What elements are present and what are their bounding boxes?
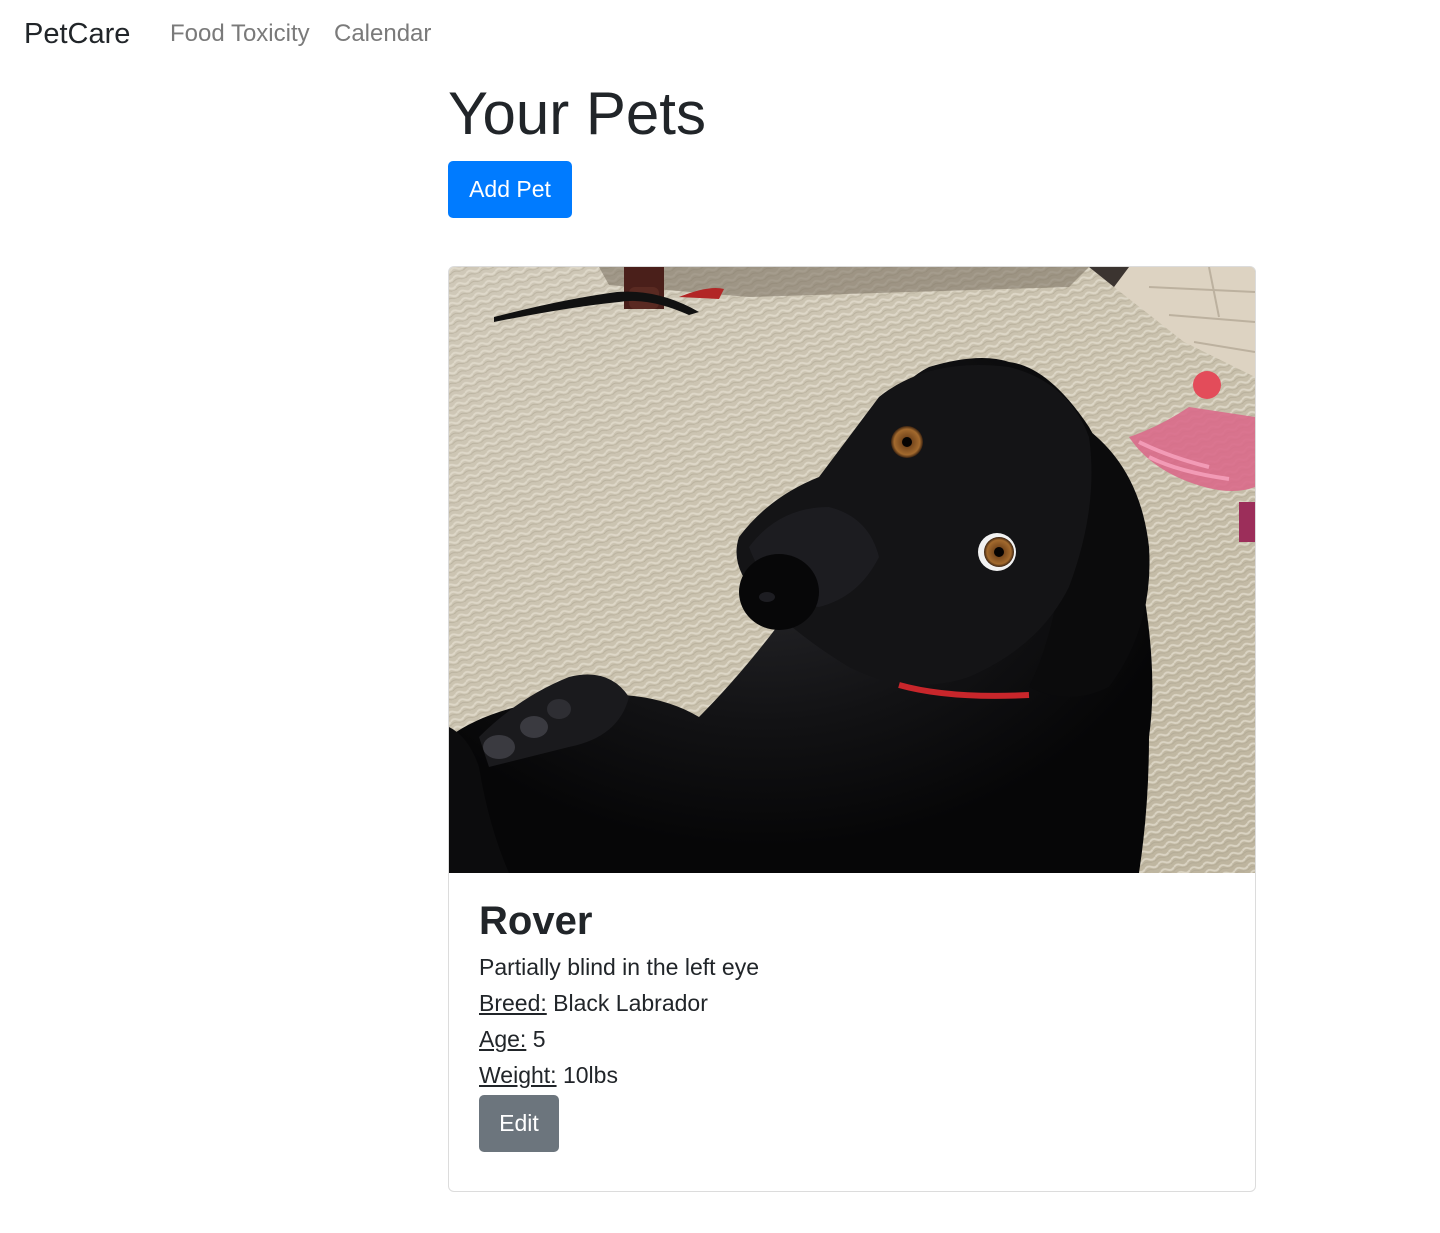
pet-weight-row: Weight: 10lbs [479,1057,1219,1093]
nav-link-food-toxicity[interactable]: Food Toxicity [170,18,310,50]
pet-age-row: Age: 5 [479,1021,1219,1057]
nav-link-calendar[interactable]: Calendar [334,18,431,50]
pet-description: Partially blind in the left eye [479,954,759,980]
navbar: PetCare Food Toxicity Calendar [0,0,1440,68]
edit-pet-button[interactable]: Edit [479,1095,559,1152]
pet-name: Rover [479,899,593,943]
add-pet-button[interactable]: Add Pet [448,161,572,218]
pet-breed-row: Breed: Black Labrador [479,985,1219,1021]
brand-link[interactable]: PetCare [24,16,130,52]
page-title: Your Pets [448,80,706,147]
card-body: Rover Partially blind in the left eye Br… [479,897,1219,1152]
breed-label: Breed: [479,990,547,1016]
weight-value: 10lbs [562,1062,618,1088]
pet-photo [449,267,1255,873]
age-label: Age: [479,1026,527,1052]
breed-value: Black Labrador [553,990,708,1016]
age-value: 5 [532,1026,546,1052]
pet-card: Rover Partially blind in the left eye Br… [448,266,1256,1192]
weight-label: Weight: [479,1062,557,1088]
